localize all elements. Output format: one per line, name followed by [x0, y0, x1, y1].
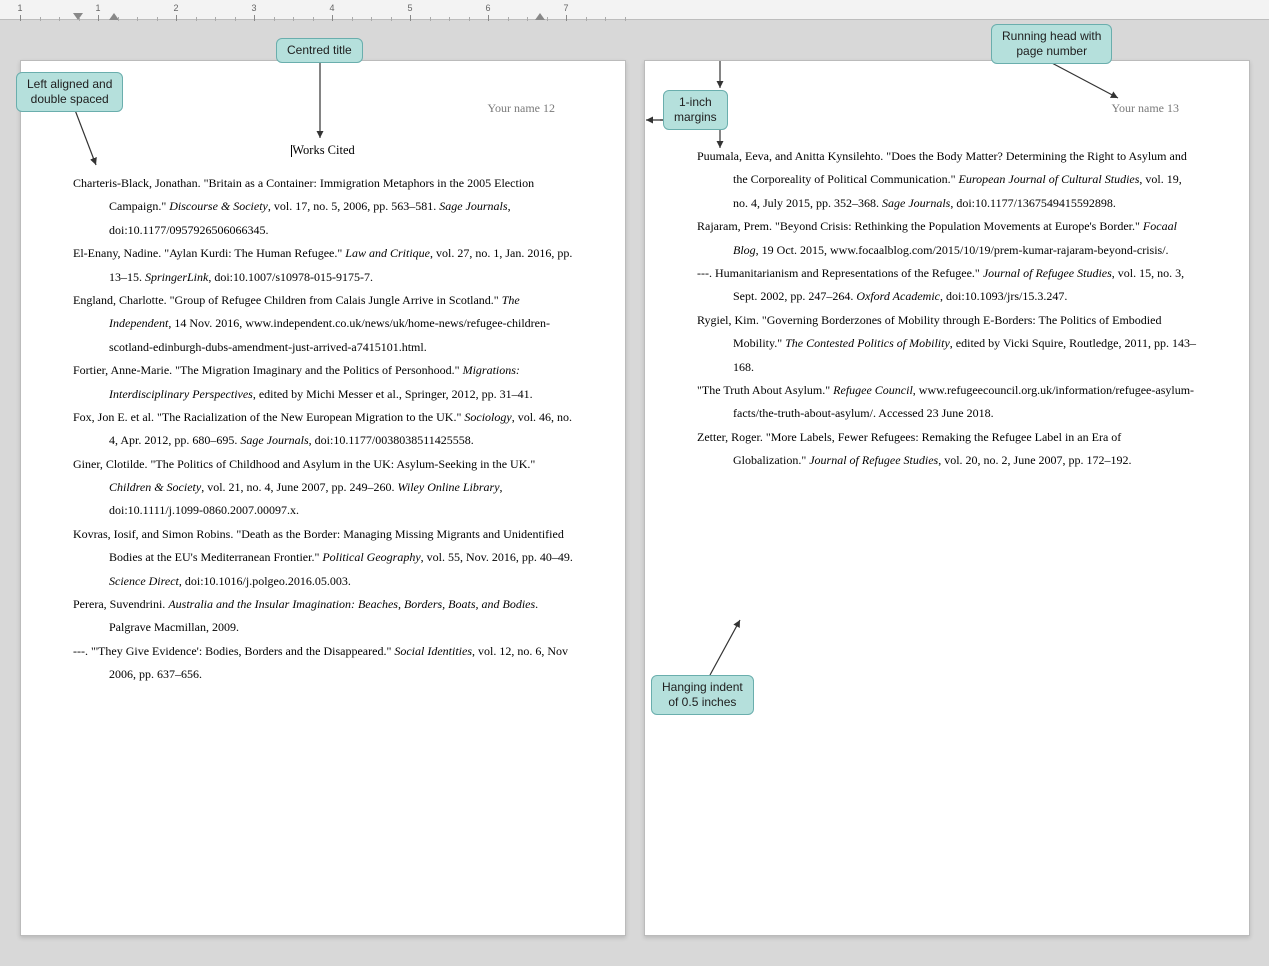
citation-entry: England, Charlotte. "Group of Refugee Ch… — [73, 289, 573, 359]
citation-entry: Kovras, Iosif, and Simon Robins. "Death … — [73, 523, 573, 593]
citation-entry: Fox, Jon E. et al. "The Racialization of… — [73, 406, 573, 453]
document-page-13: Your name 13 Puumala, Eeva, and Anitta K… — [644, 60, 1250, 936]
citation-entry: ---. "'They Give Evidence': Bodies, Bord… — [73, 640, 573, 687]
running-head-right: Your name 13 — [1112, 101, 1179, 116]
ruler-number: 3 — [251, 3, 256, 13]
works-cited-list-left: Charteris-Black, Jonathan. "Britain as a… — [73, 172, 573, 687]
citation-entry: Zetter, Roger. "More Labels, Fewer Refug… — [697, 426, 1197, 473]
citation-entry: Fortier, Anne-Marie. "The Migration Imag… — [73, 359, 573, 406]
running-head-left: Your name 12 — [488, 101, 555, 116]
ruler-number: 1 — [17, 3, 22, 13]
works-cited-title: Works Cited — [73, 143, 573, 158]
ruler-number: 4 — [329, 3, 334, 13]
annotation-margins: 1-inch margins — [663, 90, 728, 130]
ruler-number: 5 — [407, 3, 412, 13]
annotation-hanging-indent: Hanging indent of 0.5 inches — [651, 675, 754, 715]
citation-entry: Rajaram, Prem. "Beyond Crisis: Rethinkin… — [697, 215, 1197, 262]
citation-entry: Rygiel, Kim. "Governing Borderzones of M… — [697, 309, 1197, 379]
citation-entry: Charteris-Black, Jonathan. "Britain as a… — [73, 172, 573, 242]
ruler-number: 6 — [485, 3, 490, 13]
citation-entry: ---. Humanitarianism and Representations… — [697, 262, 1197, 309]
annotation-running-head: Running head with page number — [991, 24, 1112, 64]
annotation-left-aligned: Left aligned and double spaced — [16, 72, 123, 112]
citation-entry: Perera, Suvendrini. Australia and the In… — [73, 593, 573, 640]
document-page-12: Your name 12 Works Cited Charteris-Black… — [20, 60, 626, 936]
citation-entry: Puumala, Eeva, and Anitta Kynsilehto. "D… — [697, 145, 1197, 215]
ruler-number: 1 — [95, 3, 100, 13]
works-cited-list-right: Puumala, Eeva, and Anitta Kynsilehto. "D… — [697, 145, 1197, 472]
citation-entry: El-Enany, Nadine. "Aylan Kurdi: The Huma… — [73, 242, 573, 289]
horizontal-ruler: 1 1 2 3 4 5 6 7 — [0, 0, 1269, 20]
ruler-number: 7 — [563, 3, 568, 13]
citation-entry: Giner, Clotilde. "The Politics of Childh… — [73, 453, 573, 523]
citation-entry: "The Truth About Asylum." Refugee Counci… — [697, 379, 1197, 426]
ruler-number: 2 — [173, 3, 178, 13]
annotation-centred-title: Centred title — [276, 38, 363, 63]
